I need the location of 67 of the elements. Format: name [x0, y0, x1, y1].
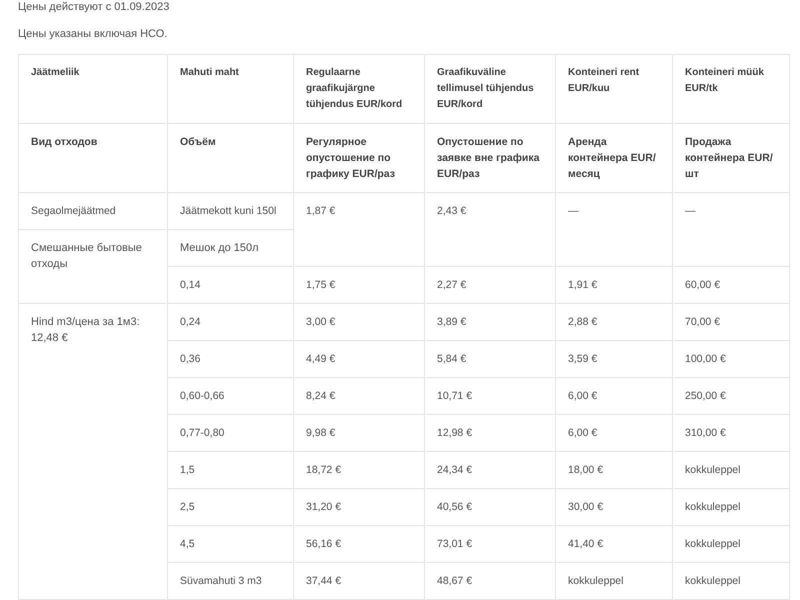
column-header: Объём	[168, 124, 294, 192]
table-cell: 31,20 €	[294, 488, 424, 526]
table-cell: Смешанные бытовые отходы	[18, 230, 168, 304]
table-cell: 0,24	[168, 304, 294, 340]
column-header: Regulaarne graafikujärgne tühjendus EUR/kord	[294, 54, 424, 124]
column-header: Продажа контейнера EUR/шт	[672, 124, 790, 192]
table-cell: kokkuleppel	[672, 488, 790, 526]
column-header: Опустошение по заявке вне графика EUR/раз	[424, 124, 556, 192]
table-cell: 56,16 €	[294, 526, 424, 562]
table-cell: kokkuleppel	[672, 526, 790, 562]
table-cell: 1,75 €	[294, 266, 424, 304]
table-cell: 9,98 €	[294, 414, 424, 452]
table-cell: kokkuleppel	[556, 562, 672, 600]
column-header: Аренда контейнера EUR/месяц	[556, 124, 672, 192]
table-cell: 12,98 €	[424, 414, 556, 452]
table-cell: 73,01 €	[424, 526, 556, 562]
table-cell: 48,67 €	[424, 562, 556, 600]
column-header: Jäätmeliik	[18, 54, 168, 124]
table-cell: 0,60-0,66	[168, 378, 294, 414]
table-cell: 250,00 €	[672, 378, 790, 414]
table-cell: 2,88 €	[556, 304, 672, 340]
table-cell: 40,56 €	[424, 488, 556, 526]
table-cell: 18,00 €	[556, 452, 672, 488]
table-cell: kokkuleppel	[672, 452, 790, 488]
table-cell: 2,5	[168, 488, 294, 526]
table-cell: 3,59 €	[556, 340, 672, 378]
table-cell: 2,43 €	[424, 192, 556, 266]
table-cell: 1,91 €	[556, 266, 672, 304]
column-header: Konteineri rent EUR/kuu	[556, 54, 672, 124]
table-cell: 6,00 €	[556, 378, 672, 414]
table-cell: 0,14	[168, 266, 294, 304]
table-cell: —	[672, 192, 790, 266]
table-cell: 4,49 €	[294, 340, 424, 378]
table-cell: 18,72 €	[294, 452, 424, 488]
table-cell: 60,00 €	[672, 266, 790, 304]
table-cell: Segaolmejäätmed	[18, 192, 168, 230]
table-cell: 0,36	[168, 340, 294, 378]
table-cell: 3,89 €	[424, 304, 556, 340]
table-cell: 6,00 €	[556, 414, 672, 452]
column-header: Регулярное опустошение по графику EUR/раз	[294, 124, 424, 192]
column-header: Graafikuväline tellimusel tühjendus EUR/kord	[424, 54, 556, 124]
column-header: Konteineri müük EUR/tk	[672, 54, 790, 124]
table-cell: 2,27 €	[424, 266, 556, 304]
table-cell: kokkuleppel	[672, 562, 790, 600]
table-cell: —	[556, 192, 672, 266]
table-cell: 100,00 €	[672, 340, 790, 378]
note-text: Цены действуют с 01.09.2023	[18, 0, 170, 15]
table-cell: Jäätmekott kuni 150l	[168, 192, 294, 230]
table-cell: 24,34 €	[424, 452, 556, 488]
table-cell: 70,00 €	[672, 304, 790, 340]
table-cell: Süvamahuti 3 m3	[168, 562, 294, 600]
table-cell: 30,00 €	[556, 488, 672, 526]
table-cell: 4,5	[168, 526, 294, 562]
table-cell: 1,87 €	[294, 192, 424, 266]
table-cell: 1,5	[168, 452, 294, 488]
column-header: Вид отходов	[18, 124, 168, 192]
note-text: Цены указаны включая НСО.	[18, 27, 168, 42]
table-cell: 0,77-0,80	[168, 414, 294, 452]
table-cell: Hind m3/цена за 1м3: 12,48 €	[18, 304, 168, 600]
column-header: Mahuti maht	[168, 54, 294, 124]
table-cell: 5,84 €	[424, 340, 556, 378]
table-cell: 41,40 €	[556, 526, 672, 562]
table-cell: 3,00 €	[294, 304, 424, 340]
table-cell: 10,71 €	[424, 378, 556, 414]
table-cell: 310,00 €	[672, 414, 790, 452]
table-cell: 8,24 €	[294, 378, 424, 414]
table-cell: 37,44 €	[294, 562, 424, 600]
